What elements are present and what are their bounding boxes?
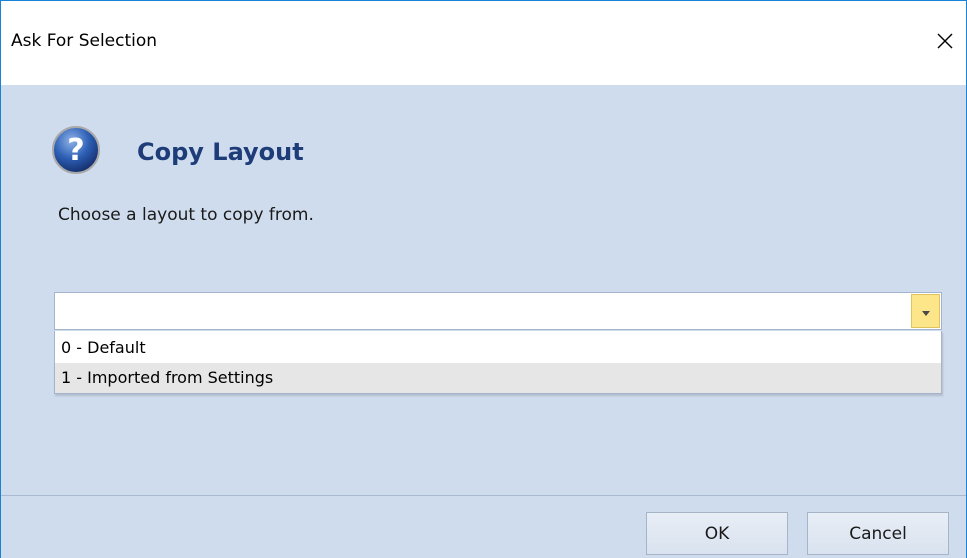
close-button[interactable] [922,23,966,63]
svg-text:?: ? [67,133,84,168]
dialog-heading: Copy Layout [137,138,304,166]
layout-combobox[interactable] [54,292,942,330]
dropdown-option-highlighted[interactable]: 1 - Imported from Settings [55,363,941,393]
dialog-body: ? Copy Layout Choose a layout to copy fr… [1,85,966,495]
window-title: Ask For Selection [11,31,158,51]
ok-button[interactable]: OK [646,512,788,555]
cancel-button[interactable]: Cancel [807,512,949,555]
title-bar: Ask For Selection [1,1,966,85]
chevron-down-icon [921,302,931,321]
dropdown-option[interactable]: 0 - Default [55,333,941,363]
dialog-footer: OK Cancel [1,495,966,558]
dialog-prompt: Choose a layout to copy from. [58,205,314,225]
dropdown-button[interactable] [911,294,940,328]
dropdown-list: 0 - Default 1 - Imported from Settings [54,331,942,394]
dialog-window: Ask For Selection ? Copy Layout Choose a… [0,0,967,558]
close-icon [935,31,955,55]
question-icon: ? [51,125,101,175]
